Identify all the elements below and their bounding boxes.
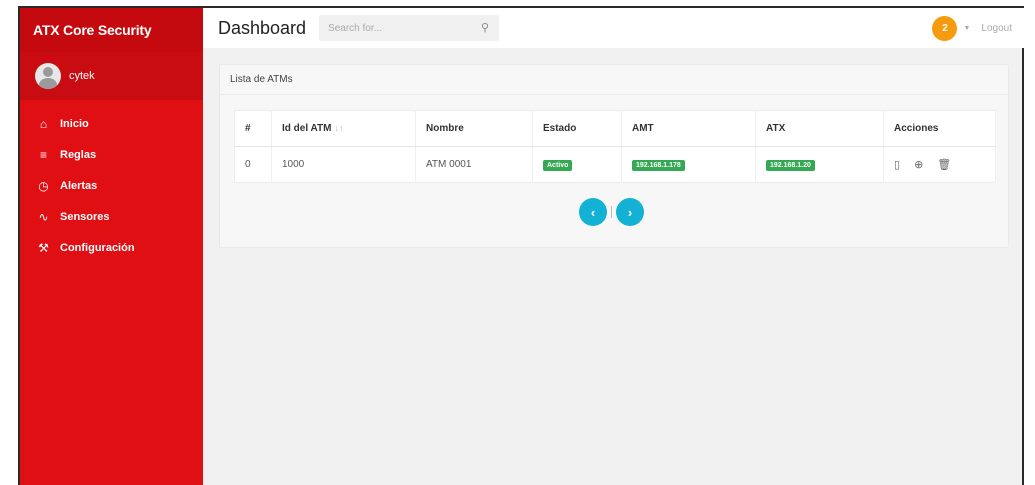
table-row[interactable]: 0 1000 ATM 0001 Activo 192.168.1.178 192… (234, 146, 996, 183)
notification-badge[interactable]: 2 (932, 15, 958, 41)
atx-ip-badge: 192.168.1.20 (766, 159, 815, 171)
chevron-down-icon[interactable]: ▼ (963, 25, 970, 32)
row-actions: ▯ ⊕ 🗑 (894, 158, 995, 171)
atm-table: # Id del ATM ↓↑ Nombre Estado AMT ATX Acc… (234, 110, 996, 183)
sensor-icon[interactable]: ▯ (894, 158, 900, 171)
add-circle-icon[interactable]: ⊕ (914, 158, 923, 171)
sidebar-item-alertas[interactable]: ◷ Alertas (20, 170, 203, 201)
card-body: # Id del ATM ↓↑ Nombre Estado AMT ATX Acc… (220, 95, 1008, 226)
atm-id: 1000 (271, 146, 416, 183)
chevron-left-icon: ‹ (590, 204, 596, 220)
search-icon[interactable]: ⚲ (481, 21, 489, 34)
sidebar-item-inicio[interactable]: ⌂ Inicio (20, 108, 203, 139)
alarm-clock-icon: ◷ (38, 178, 49, 193)
chevron-right-icon: › (627, 204, 633, 220)
pagination-divider (611, 206, 612, 218)
status-badge: Activo (543, 159, 573, 171)
column-header-amt: AMT (621, 110, 756, 147)
sidebar-item-label: Alertas (60, 179, 98, 192)
app-window: ATX Core Security cytek ⌂ Inicio ≡ Regla… (18, 6, 1024, 485)
sidebar-item-label: Sensores (60, 210, 110, 223)
search-input[interactable] (328, 22, 479, 34)
amt-ip-badge: 192.168.1.178 (632, 159, 685, 171)
next-page-button[interactable]: › (616, 198, 644, 226)
atm-name: ATM 0001 (415, 146, 533, 183)
sidebar-item-label: Reglas (60, 148, 97, 161)
actions-cell: ▯ ⊕ 🗑 (883, 146, 996, 183)
pagination: ‹ › (234, 198, 994, 226)
column-header-atx: ATX (755, 110, 884, 147)
sidebar-item-label: Configuración (60, 241, 135, 254)
atm-list-card: Lista de ATMs # Id del ATM ↓↑ Nombre Esta… (219, 64, 1009, 248)
sidebar-item-label: Inicio (60, 117, 89, 130)
row-index: 0 (234, 146, 272, 183)
main-area: Dashboard ⚲ 2 ▼ Logout Lista de ATMs # (203, 8, 1024, 485)
column-header-estado: Estado (532, 110, 622, 147)
home-icon: ⌂ (39, 116, 48, 131)
page-title: Dashboard (218, 17, 307, 38)
user-panel[interactable]: cytek (20, 52, 203, 100)
column-header-nombre: Nombre (415, 110, 533, 147)
logout-link[interactable]: Logout (981, 23, 1012, 34)
avatar (35, 63, 61, 89)
status-cell: Activo (532, 146, 622, 183)
sidebar-item-sensores[interactable]: ∿ Sensores (20, 201, 203, 232)
topbar: Dashboard ⚲ 2 ▼ Logout (203, 8, 1024, 48)
rss-icon: ∿ (38, 209, 49, 224)
column-header-acciones: Acciones (883, 110, 996, 147)
sidebar-item-reglas[interactable]: ≡ Reglas (20, 139, 203, 170)
sort-icon[interactable]: ↓↑ (334, 123, 343, 133)
username: cytek (69, 70, 95, 82)
sidebar-menu: ⌂ Inicio ≡ Reglas ◷ Alertas ∿ Sensores ⚒… (20, 100, 203, 263)
column-header-atm-id[interactable]: Id del ATM ↓↑ (271, 110, 416, 147)
previous-page-button[interactable]: ‹ (579, 198, 607, 226)
trash-icon[interactable]: 🗑 (937, 158, 951, 171)
sidebar-item-configuracion[interactable]: ⚒ Configuración (20, 232, 203, 263)
brand-logo[interactable]: ATX Core Security (20, 8, 203, 52)
user-controls: 2 ▼ Logout (932, 8, 1012, 48)
search-box: ⚲ (319, 15, 500, 41)
column-header-index: # (234, 110, 272, 147)
list-icon: ≡ (39, 147, 47, 162)
card-title: Lista de ATMs (220, 65, 1008, 95)
atx-cell: 192.168.1.20 (755, 146, 884, 183)
column-header-label: Id del ATM (282, 123, 332, 134)
wrench-icon: ⚒ (38, 240, 49, 255)
amt-cell: 192.168.1.178 (621, 146, 756, 183)
sidebar: ATX Core Security cytek ⌂ Inicio ≡ Regla… (20, 8, 203, 485)
table-header-row: # Id del ATM ↓↑ Nombre Estado AMT ATX Acc… (234, 110, 996, 147)
content: Lista de ATMs # Id del ATM ↓↑ Nombre Esta… (203, 48, 1024, 485)
